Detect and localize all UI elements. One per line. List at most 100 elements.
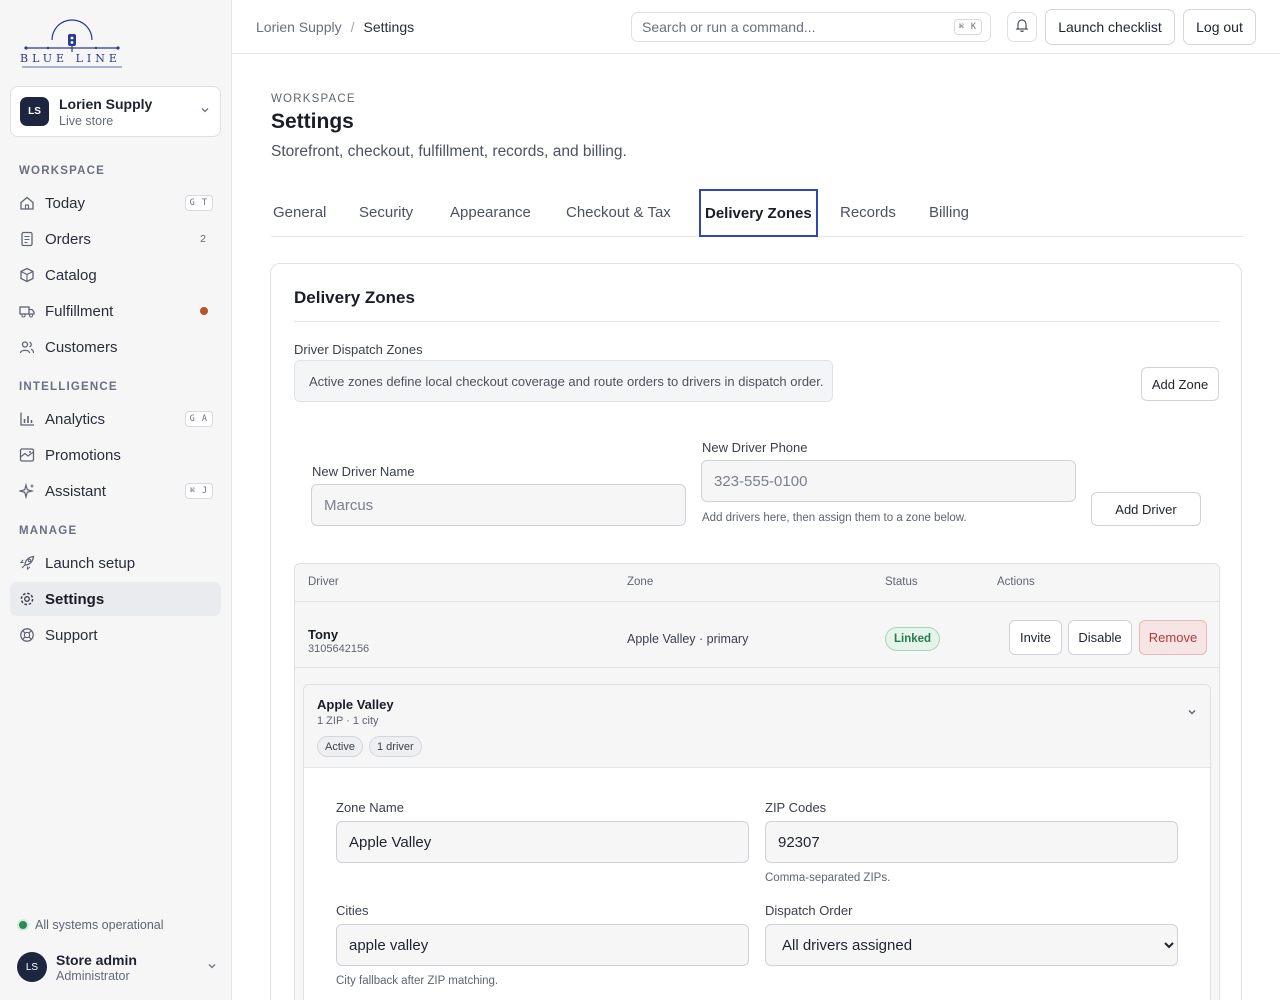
sidebar-item-analytics[interactable]: Analytics G A: [10, 402, 221, 436]
zone-panel-header[interactable]: Apple Valley 1 ZIP · 1 city Active 1 dri…: [304, 685, 1210, 768]
breadcrumb-current: Settings: [363, 19, 415, 35]
sidebar-item-label: Customers: [45, 338, 118, 356]
tag-icon: [19, 447, 35, 463]
dispatch-zones-label: Driver Dispatch Zones: [294, 342, 423, 357]
orders-count: 2: [200, 233, 206, 245]
logout-button[interactable]: Log out: [1183, 9, 1256, 45]
search-placeholder: Search or run a command...: [642, 19, 816, 35]
sidebar-item-label: Settings: [45, 590, 105, 608]
driver-name: Tony: [308, 627, 339, 642]
divider: [295, 601, 1219, 602]
page-subtitle: Storefront, checkout, fulfillment, recor…: [271, 143, 627, 160]
status-dot: [19, 921, 27, 929]
sidebar-item-catalog[interactable]: Catalog: [10, 258, 221, 292]
notification-dot: [200, 307, 208, 315]
zone-driver-count-pill: 1 driver: [369, 736, 422, 757]
dispatch-order-label: Dispatch Order: [765, 903, 853, 918]
card-title: Delivery Zones: [294, 288, 415, 307]
driver-phone: 3105642156: [308, 643, 370, 655]
sidebar-item-label: Analytics: [45, 410, 106, 428]
sidebar-item-customers[interactable]: Customers: [10, 330, 221, 364]
tab-security[interactable]: Security: [359, 189, 413, 236]
column-header-driver: Driver: [308, 576, 339, 588]
sidebar-item-label: Today: [45, 194, 86, 212]
sidebar: BLUE LINE LS Lorien Supply Live store WO…: [0, 0, 232, 1000]
rocket-icon: [19, 555, 35, 571]
status-badge: Linked: [885, 627, 941, 651]
new-driver-name-label: New Driver Name: [312, 464, 415, 479]
zone-name-label: Zone Name: [336, 800, 404, 815]
user-menu[interactable]: LS Store admin Administrator: [17, 950, 217, 984]
lifebuoy-icon: [19, 627, 35, 643]
tab-general[interactable]: General: [273, 189, 326, 236]
sidebar-item-orders[interactable]: Orders 2: [10, 222, 221, 256]
sidebar-item-assistant[interactable]: Assistant ⌘ J: [10, 474, 221, 508]
shortcut-hint: G T: [184, 195, 213, 211]
system-status-text: All systems operational: [35, 918, 164, 932]
zip-codes-field[interactable]: [765, 821, 1178, 863]
add-zone-button[interactable]: Add Zone: [1141, 367, 1219, 401]
search-shortcut-hint: ⌘ K: [953, 19, 982, 35]
tab-appearance[interactable]: Appearance: [450, 189, 531, 236]
tab-delivery-zones[interactable]: Delivery Zones: [699, 189, 818, 237]
tab-checkout-tax[interactable]: Checkout & Tax: [566, 189, 671, 236]
new-driver-phone-label: New Driver Phone: [702, 440, 808, 455]
dispatch-order-select[interactable]: All drivers assigned: [765, 924, 1178, 966]
sidebar-item-label: Launch setup: [45, 554, 136, 572]
cities-label: Cities: [336, 903, 369, 918]
disable-button[interactable]: Disable: [1068, 620, 1132, 655]
shortcut-hint: ⌘ J: [184, 483, 213, 499]
sidebar-item-fulfillment[interactable]: Fulfillment: [10, 294, 221, 328]
new-driver-name-field[interactable]: [311, 484, 686, 526]
sparkle-icon: [19, 483, 35, 499]
dispatch-zones-info: Active zones define local checkout cover…: [294, 360, 833, 402]
zip-codes-hint: Comma-separated ZIPs.: [765, 872, 891, 884]
section-title-intelligence: INTELLIGENCE: [19, 381, 118, 393]
tab-billing[interactable]: Billing: [929, 189, 969, 236]
page-title: Settings: [271, 110, 354, 133]
launch-checklist-button[interactable]: Launch checklist: [1045, 9, 1175, 45]
new-driver-phone-field[interactable]: [701, 460, 1076, 502]
sidebar-item-label: Assistant: [45, 482, 106, 500]
shortcut-hint: G A: [184, 411, 213, 427]
sidebar-item-support[interactable]: Support: [10, 618, 221, 652]
sidebar-item-label: Catalog: [45, 266, 97, 284]
sidebar-item-settings[interactable]: Settings: [10, 582, 221, 616]
driver-zone: Apple Valley · primary: [627, 632, 749, 646]
page-eyebrow: WORKSPACE: [271, 93, 356, 105]
store-name: Lorien Supply: [59, 95, 153, 112]
column-header-zone: Zone: [627, 576, 654, 588]
sidebar-item-launch-setup[interactable]: Launch setup: [10, 546, 221, 580]
chevron-down-icon: [207, 958, 217, 976]
column-header-status: Status: [885, 576, 918, 588]
add-driver-button[interactable]: Add Driver: [1091, 492, 1201, 526]
zone-name-field[interactable]: [336, 821, 749, 863]
zone-title: Apple Valley: [317, 697, 394, 712]
divider: [294, 321, 1220, 322]
user-name: Store admin: [56, 951, 137, 968]
command-search-input[interactable]: Search or run a command... ⌘ K: [631, 12, 991, 42]
cities-field[interactable]: [336, 924, 749, 966]
chevron-down-icon: [200, 105, 210, 118]
bar-chart-icon: [19, 411, 35, 427]
sidebar-item-label: Orders: [45, 230, 91, 248]
store-switcher[interactable]: LS Lorien Supply Live store: [10, 86, 221, 137]
zip-codes-label: ZIP Codes: [765, 800, 827, 815]
box-icon: [19, 267, 35, 283]
remove-button[interactable]: Remove: [1139, 620, 1207, 655]
sidebar-item-label: Support: [45, 626, 98, 644]
sidebar-item-promotions[interactable]: Promotions: [10, 438, 221, 472]
store-status: Live store: [59, 113, 114, 128]
section-title-workspace: WORKSPACE: [19, 165, 105, 177]
settings-tabs: General Security Appearance Checkout & T…: [271, 189, 1243, 237]
notifications-button[interactable]: [1007, 12, 1037, 42]
user-role: Administrator: [56, 968, 130, 983]
breadcrumb-store-link[interactable]: Lorien Supply: [256, 19, 342, 35]
divider: [295, 667, 1219, 668]
zone-panel-apple-valley: Apple Valley 1 ZIP · 1 city Active 1 dri…: [303, 684, 1211, 1000]
sidebar-item-today[interactable]: Today G T: [10, 186, 221, 220]
chevron-down-icon[interactable]: [1186, 705, 1198, 723]
brand-logo-text: BLUE LINE: [20, 52, 121, 65]
invite-button[interactable]: Invite: [1009, 620, 1062, 655]
tab-records[interactable]: Records: [840, 189, 896, 236]
